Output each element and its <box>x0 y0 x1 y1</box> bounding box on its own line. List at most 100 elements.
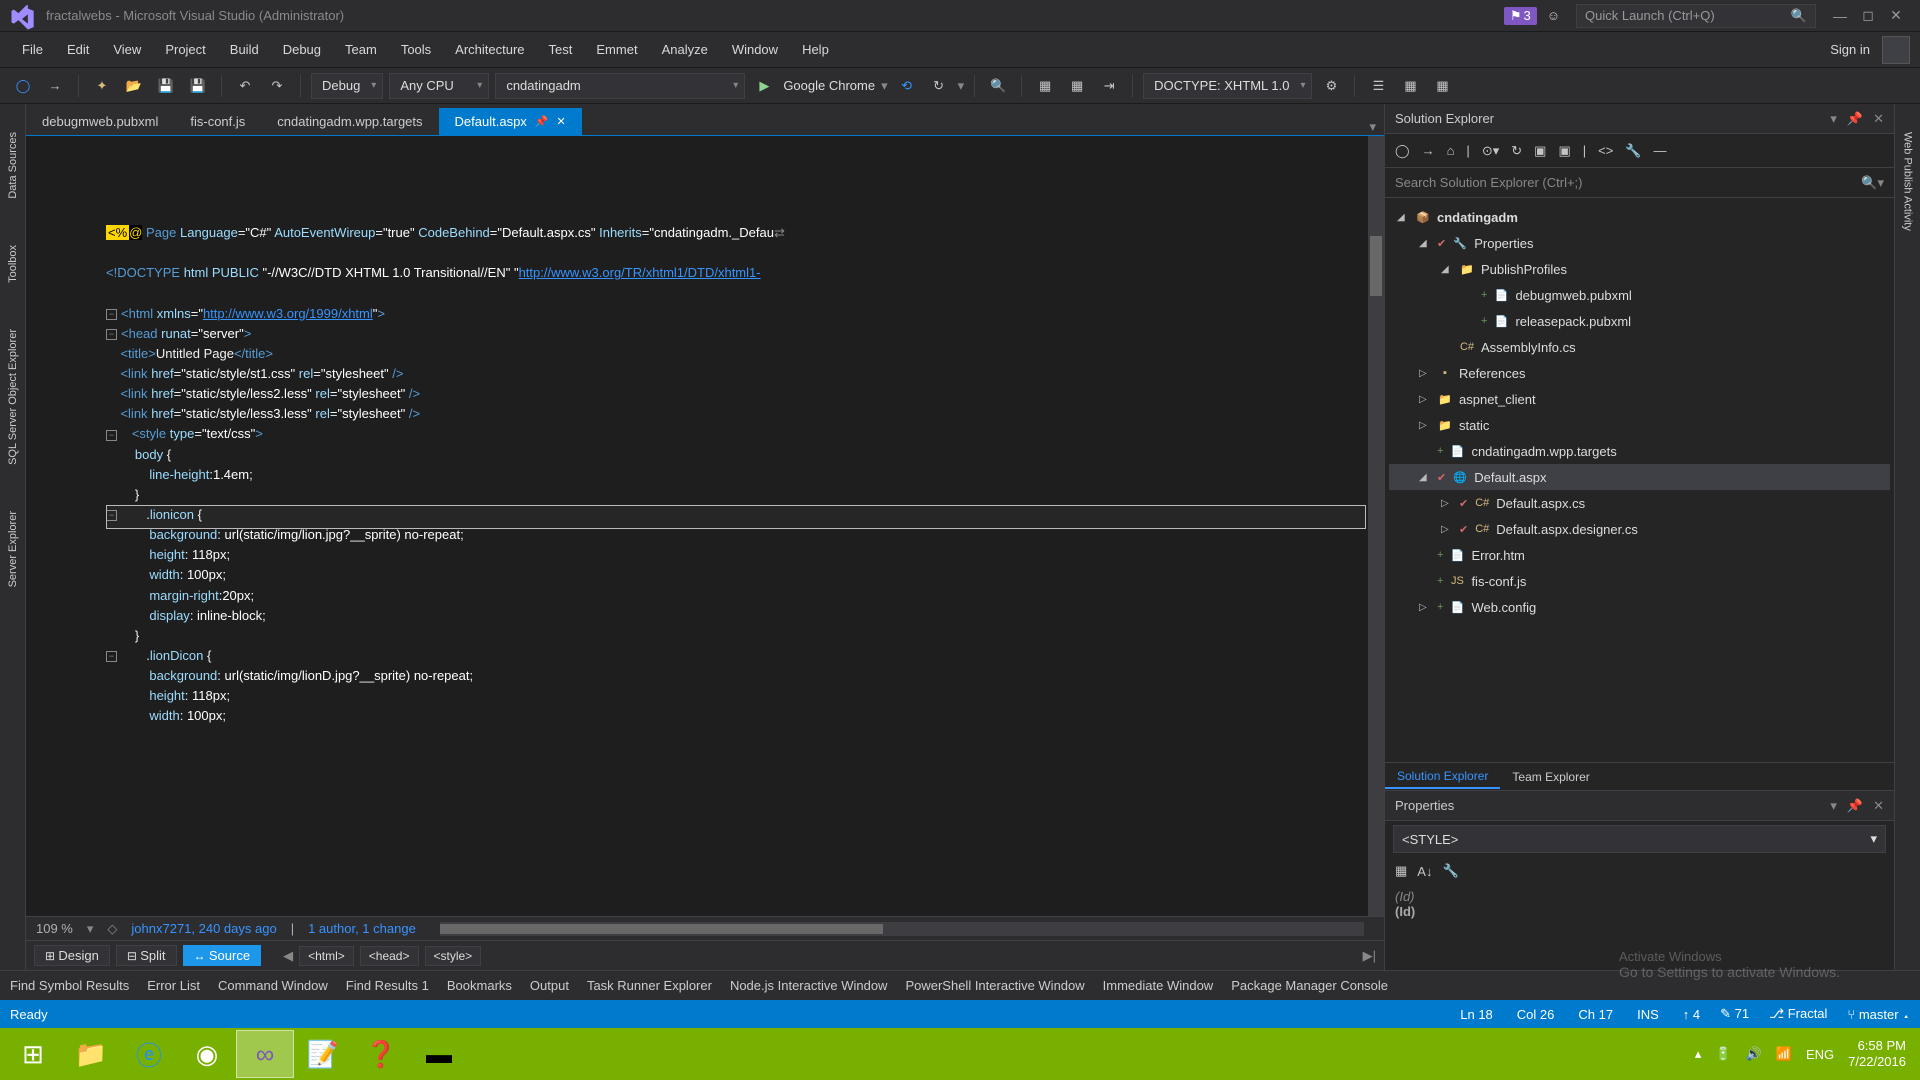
tree-row[interactable]: +📄debugmweb.pubxml <box>1389 282 1890 308</box>
editor-scrollbar[interactable] <box>1368 136 1384 916</box>
code-editor[interactable]: <%@ Page Language="C#" AutoEventWireup="… <box>26 136 1384 916</box>
se-tab-solution[interactable]: Solution Explorer <box>1385 765 1500 789</box>
bottom-tab[interactable]: Output <box>530 978 569 993</box>
bottom-tab[interactable]: Error List <box>147 978 200 993</box>
menu-window[interactable]: Window <box>720 38 790 61</box>
se-code-icon[interactable]: <> <box>1598 143 1613 158</box>
zoom-level[interactable]: 109 % <box>36 921 73 936</box>
startup-dropdown[interactable]: cndatingadm <box>495 73 745 99</box>
close-panel-icon[interactable]: ✕ <box>1873 798 1884 814</box>
panel-dropdown-icon[interactable]: ▾ <box>1830 111 1837 127</box>
menu-architecture[interactable]: Architecture <box>443 38 536 61</box>
pin-icon[interactable]: 📌 <box>535 115 549 128</box>
tree-row[interactable]: +📄releasepack.pubxml <box>1389 308 1890 334</box>
tree-row[interactable]: ◢📦cndatingadm <box>1389 204 1890 230</box>
menu-debug[interactable]: Debug <box>271 38 333 61</box>
view-source-button[interactable]: ↔ Source <box>183 945 262 966</box>
start-button-windows[interactable]: ⊞ <box>4 1030 62 1078</box>
changes-icon[interactable]: ✎ 71 <box>1720 1006 1749 1022</box>
breadcrumb[interactable]: <style> <box>425 946 482 966</box>
doc-tab-active[interactable]: Default.aspx 📌 ✕ <box>439 108 582 135</box>
properties-object-dropdown[interactable]: <STYLE>▾ <box>1393 825 1886 853</box>
breadcrumb[interactable]: <html> <box>299 946 354 966</box>
se-back-icon[interactable]: ◯ <box>1395 143 1410 159</box>
left-tab-sql-explorer[interactable]: SQL Server Object Explorer <box>5 321 21 473</box>
menu-edit[interactable]: Edit <box>55 38 101 61</box>
taskbar-chrome-icon[interactable]: ◉ <box>178 1030 236 1078</box>
tree-row[interactable]: ▷📁static <box>1389 412 1890 438</box>
se-sync-icon[interactable]: ⊙▾ <box>1482 143 1499 159</box>
bottom-tab[interactable]: Immediate Window <box>1103 978 1214 993</box>
refresh-button[interactable]: ↻ <box>926 73 952 99</box>
save-button[interactable]: 💾 <box>153 73 179 99</box>
tree-row[interactable]: ▷+📄Web.config <box>1389 594 1890 620</box>
breadcrumb[interactable]: <head> <box>360 946 419 966</box>
network-icon[interactable]: 📶 <box>1776 1046 1792 1062</box>
bottom-tab[interactable]: Package Manager Console <box>1231 978 1388 993</box>
repo-name[interactable]: ⎇ Fractal <box>1769 1006 1827 1022</box>
open-file-button[interactable]: 📂 <box>121 73 147 99</box>
tree-row[interactable]: ▷✔C#Default.aspx.designer.cs <box>1389 516 1890 542</box>
bottom-tab[interactable]: Find Symbol Results <box>10 978 129 993</box>
feedback-icon[interactable]: ☺ <box>1547 8 1560 23</box>
comment-button[interactable]: ▦ <box>1032 73 1058 99</box>
panel-dropdown-icon[interactable]: ▾ <box>1830 798 1837 814</box>
menu-team[interactable]: Team <box>333 38 389 61</box>
browser-label[interactable]: Google Chrome <box>783 78 875 93</box>
pin-icon[interactable]: 📌 <box>1847 798 1863 814</box>
doc-tab[interactable]: fis-conf.js <box>174 108 261 135</box>
bottom-tab[interactable]: Task Runner Explorer <box>587 978 712 993</box>
blame-info[interactable]: johnx7271, 240 days ago <box>131 921 276 936</box>
menu-project[interactable]: Project <box>153 38 217 61</box>
nav-back-button[interactable]: ◯ <box>10 73 36 99</box>
nav-fwd-button[interactable]: → <box>42 73 68 99</box>
tree-row[interactable]: ◢📁PublishProfiles <box>1389 256 1890 282</box>
editor-hscrollbar[interactable] <box>440 922 1364 936</box>
menu-test[interactable]: Test <box>537 38 585 61</box>
tree-row[interactable]: C#AssemblyInfo.cs <box>1389 334 1890 360</box>
taskbar-help-icon[interactable]: ❓ <box>352 1030 410 1078</box>
taskbar-explorer-icon[interactable]: 📁 <box>62 1030 120 1078</box>
tb-icon-2[interactable]: ☰ <box>1365 73 1391 99</box>
publish-icon[interactable]: ↑ 4 <box>1683 1007 1700 1022</box>
tb-icon-3[interactable]: ▦ <box>1397 73 1423 99</box>
menu-help[interactable]: Help <box>790 38 841 61</box>
tab-overflow-icon[interactable]: ▾ <box>1361 119 1384 135</box>
tree-row[interactable]: ◢✔🔧Properties <box>1389 230 1890 256</box>
changes-info[interactable]: 1 author, 1 change <box>308 921 416 936</box>
se-tab-team[interactable]: Team Explorer <box>1500 766 1601 788</box>
categorize-icon[interactable]: ▦ <box>1395 863 1407 879</box>
close-button[interactable]: ✕ <box>1882 7 1910 24</box>
bottom-tab[interactable]: Command Window <box>218 978 328 993</box>
left-tab-server-explorer[interactable]: Server Explorer <box>5 503 21 595</box>
doctype-dropdown[interactable]: DOCTYPE: XHTML 1.0 <box>1143 73 1312 99</box>
redo-button[interactable]: ↷ <box>264 73 290 99</box>
bottom-tab[interactable]: Node.js Interactive Window <box>730 978 888 993</box>
alpha-sort-icon[interactable]: A↓ <box>1417 864 1432 879</box>
tree-row[interactable]: ◢✔🌐Default.aspx <box>1389 464 1890 490</box>
tray-clock[interactable]: 6:58 PM 7/22/2016 <box>1848 1038 1906 1069</box>
se-collapse-icon[interactable]: ▣ <box>1534 143 1546 159</box>
language-indicator[interactable]: ENG <box>1806 1047 1834 1062</box>
tree-row[interactable]: +📄Error.htm <box>1389 542 1890 568</box>
se-properties-icon[interactable]: 🔧 <box>1625 143 1641 159</box>
quick-launch-input[interactable]: Quick Launch (Ctrl+Q) 🔍 <box>1576 4 1816 28</box>
tree-row[interactable]: ▷📁aspnet_client <box>1389 386 1890 412</box>
notification-flag[interactable]: ⚑ 3 <box>1504 7 1537 25</box>
undo-button[interactable]: ↶ <box>232 73 258 99</box>
menu-view[interactable]: View <box>101 38 153 61</box>
save-all-button[interactable]: 💾 <box>185 73 211 99</box>
menu-emmet[interactable]: Emmet <box>584 38 649 61</box>
indent-button[interactable]: ⇥ <box>1096 73 1122 99</box>
se-preview-icon[interactable]: — <box>1654 143 1667 158</box>
start-button[interactable]: ▶ <box>751 73 777 99</box>
taskbar-notepad-icon[interactable]: 📝 <box>294 1030 352 1078</box>
avatar-icon[interactable] <box>1882 36 1910 64</box>
se-refresh-icon[interactable]: ↻ <box>1511 143 1522 159</box>
doc-tab[interactable]: cndatingadm.wpp.targets <box>261 108 438 135</box>
bottom-tab[interactable]: Bookmarks <box>447 978 512 993</box>
left-tab-data-sources[interactable]: Data Sources <box>5 124 21 207</box>
tree-row[interactable]: ▷✔C#Default.aspx.cs <box>1389 490 1890 516</box>
battery-icon[interactable]: 🔋 <box>1715 1046 1731 1062</box>
platform-dropdown[interactable]: Any CPU <box>389 73 489 99</box>
